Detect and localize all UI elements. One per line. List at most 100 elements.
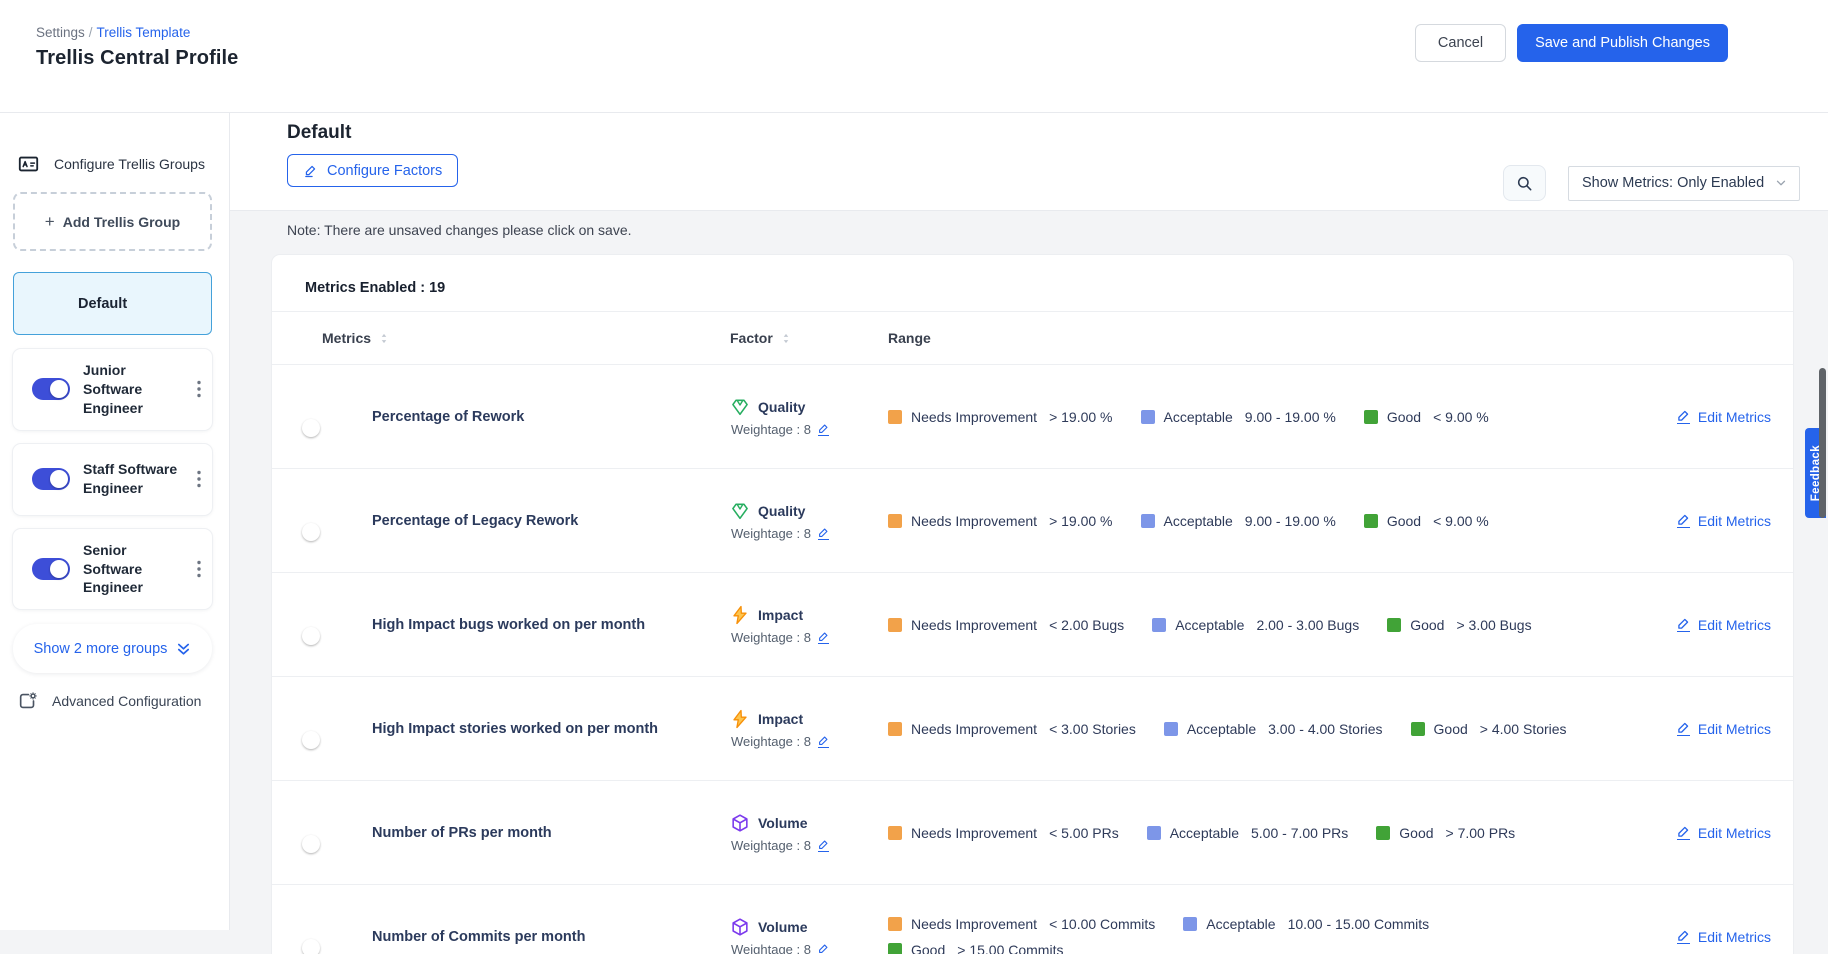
table-header-row: Metrics Factor Range: [272, 312, 1793, 364]
kebab-menu-icon[interactable]: [193, 556, 205, 582]
unsaved-changes-note: Note: There are unsaved changes please c…: [287, 222, 1828, 238]
edit-metrics-link[interactable]: Edit Metrics: [1677, 721, 1771, 737]
factor-name: Quality: [758, 503, 805, 519]
add-trellis-group-button[interactable]: + Add Trellis Group: [13, 192, 212, 251]
range-color-swatch: [888, 826, 902, 840]
impact-lightning-icon: [730, 605, 750, 625]
edit-metrics-link[interactable]: Edit Metrics: [1677, 513, 1771, 529]
chevron-down-icon: [1774, 176, 1788, 190]
pencil-icon: [1677, 409, 1690, 424]
weightage-value: Weightage : 8: [731, 630, 811, 645]
edit-weightage-icon[interactable]: [818, 631, 829, 644]
range-label: Acceptable: [1164, 409, 1233, 425]
range-acceptable: Acceptable3.00 - 4.00 Stories: [1164, 721, 1383, 737]
sidebar-item-default-group[interactable]: Default: [13, 272, 212, 335]
column-header-metrics[interactable]: Metrics: [322, 330, 730, 346]
range-value: 9.00 - 19.00 %: [1245, 409, 1336, 425]
range-color-swatch: [1183, 917, 1197, 931]
range-color-swatch: [1147, 826, 1161, 840]
impact-lightning-icon: [730, 709, 750, 729]
group-list: Junior Software Engineer Staff Software …: [13, 349, 212, 609]
factor-name: Volume: [758, 815, 808, 831]
sidebar-group-card[interactable]: Junior Software Engineer: [13, 349, 212, 430]
edit-metrics-link[interactable]: Edit Metrics: [1677, 617, 1771, 633]
range-list: Needs Improvement< 3.00 StoriesAcceptabl…: [888, 721, 1633, 737]
sidebar-group-card[interactable]: Senior Software Engineer: [13, 529, 212, 610]
advanced-configuration-link[interactable]: Advanced Configuration: [13, 690, 212, 712]
save-and-publish-button[interactable]: Save and Publish Changes: [1517, 24, 1728, 62]
range-color-swatch: [888, 410, 902, 424]
range-color-swatch: [1387, 618, 1401, 632]
box-gear-icon: [17, 690, 39, 712]
table-row: High Impact stories worked on per month …: [272, 676, 1793, 780]
double-chevron-down-icon: [176, 641, 191, 657]
pencil-icon: [303, 163, 318, 178]
group-label: Junior Software Engineer: [83, 361, 184, 418]
metric-name: Number of Commits per month: [372, 929, 603, 945]
group-label: Senior Software Engineer: [83, 541, 184, 598]
quality-gem-icon: [730, 501, 750, 521]
group-header-band: Default Configure Factors Show Metrics: …: [230, 113, 1828, 211]
range-value: > 7.00 PRs: [1446, 825, 1516, 841]
weightage-value: Weightage : 8: [731, 942, 811, 954]
metric-name: High Impact bugs worked on per month: [372, 617, 663, 633]
range-needs-improvement: Needs Improvement< 2.00 Bugs: [888, 617, 1124, 633]
scrollbar-thumb[interactable]: [1819, 368, 1826, 518]
filter-selected-value: Show Metrics: Only Enabled: [1582, 175, 1774, 191]
factor-name: Impact: [758, 711, 803, 727]
factor-name: Volume: [758, 919, 808, 935]
breadcrumb-trellis-template[interactable]: Trellis Template: [97, 25, 191, 40]
group-enabled-toggle[interactable]: [32, 468, 70, 490]
show-metrics-filter-dropdown[interactable]: Show Metrics: Only Enabled: [1568, 166, 1800, 201]
range-needs-improvement: Needs Improvement> 19.00 %: [888, 513, 1113, 529]
range-color-swatch: [1364, 410, 1378, 424]
group-enabled-toggle[interactable]: [32, 378, 70, 400]
range-color-swatch: [888, 917, 902, 931]
range-acceptable: Acceptable5.00 - 7.00 PRs: [1147, 825, 1349, 841]
range-color-swatch: [888, 943, 902, 954]
range-label: Acceptable: [1187, 721, 1256, 737]
configure-factors-button[interactable]: Configure Factors: [287, 154, 458, 187]
range-good: Good> 15.00 Commits: [888, 942, 1063, 954]
selected-group-title: Default: [287, 122, 1828, 144]
range-good: Good< 9.00 %: [1364, 409, 1489, 425]
show-more-groups-button[interactable]: Show 2 more groups: [13, 624, 212, 673]
breadcrumb-settings[interactable]: Settings: [36, 25, 85, 40]
range-acceptable: Acceptable 9.00 - 19.00 %: [1141, 409, 1336, 425]
metrics-enabled-count: Metrics Enabled : 19: [272, 255, 1793, 312]
range-list: Needs Improvement > 19.00 % Acceptable 9.00…: [888, 409, 1633, 425]
kebab-menu-icon[interactable]: [193, 466, 205, 492]
range-label: Good: [1387, 513, 1421, 529]
range-color-swatch: [888, 618, 902, 632]
range-value: > 19.00 %: [1049, 409, 1112, 425]
range-value: < 9.00 %: [1433, 409, 1489, 425]
edit-metrics-link[interactable]: Edit Metrics: [1677, 409, 1771, 425]
search-button[interactable]: [1503, 165, 1546, 201]
range-acceptable: Acceptable9.00 - 19.00 %: [1141, 513, 1336, 529]
sidebar-group-card[interactable]: Staff Software Engineer: [13, 444, 212, 515]
table-row: Percentage of Legacy Rework Quality Weig…: [272, 468, 1793, 572]
pencil-icon: [1677, 929, 1690, 944]
edit-weightage-icon[interactable]: [818, 527, 829, 540]
edit-metrics-link[interactable]: Edit Metrics: [1677, 929, 1771, 945]
table-row: Percentage of Rework Quality Weightage :…: [272, 364, 1793, 468]
range-label: Good: [1434, 721, 1468, 737]
edit-weightage-icon[interactable]: [818, 423, 829, 436]
edit-metrics-link[interactable]: Edit Metrics: [1677, 825, 1771, 841]
edit-weightage-icon[interactable]: [818, 943, 829, 954]
range-label: Needs Improvement: [911, 409, 1037, 425]
kebab-menu-icon[interactable]: [193, 376, 205, 402]
edit-weightage-icon[interactable]: [818, 735, 829, 748]
range-color-swatch: [1376, 826, 1390, 840]
cancel-button[interactable]: Cancel: [1415, 24, 1506, 62]
range-color-swatch: [1141, 410, 1155, 424]
table-row: Number of PRs per month Volume Weightage…: [272, 780, 1793, 884]
group-enabled-toggle[interactable]: [32, 558, 70, 580]
edit-weightage-icon[interactable]: [818, 839, 829, 852]
sort-icon[interactable]: [379, 331, 389, 346]
column-header-factor[interactable]: Factor: [730, 330, 888, 346]
range-label: Needs Improvement: [911, 721, 1037, 737]
sort-icon[interactable]: [781, 331, 791, 346]
table-row: High Impact bugs worked on per month Imp…: [272, 572, 1793, 676]
range-label: Needs Improvement: [911, 825, 1037, 841]
